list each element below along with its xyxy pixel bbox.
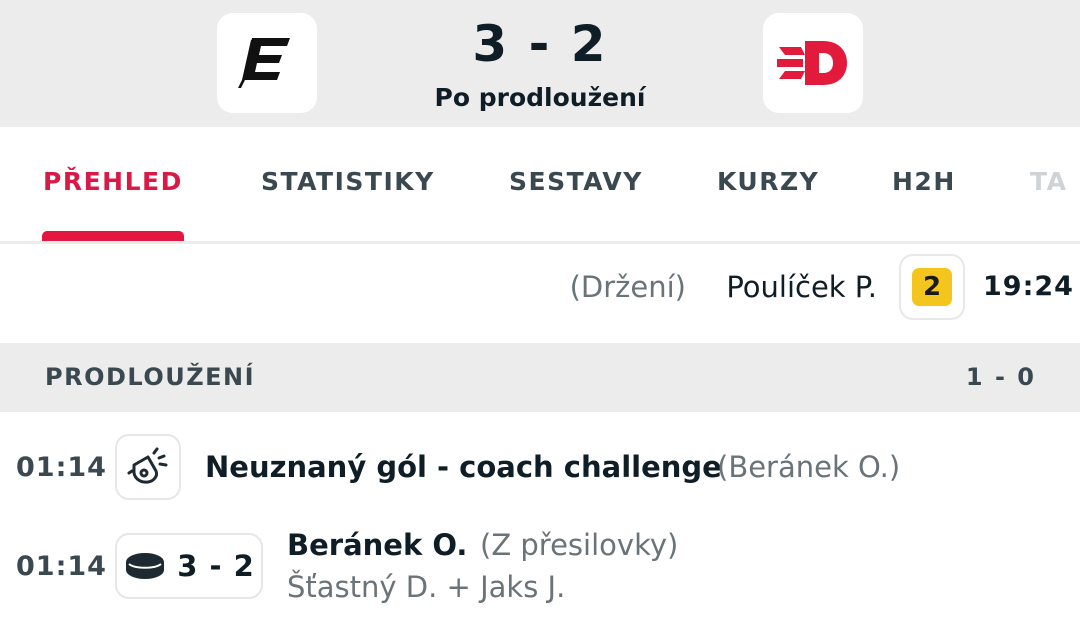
puck-icon	[126, 553, 165, 579]
tab-statistics[interactable]: STATISTIKY	[261, 167, 435, 196]
event-time: 01:14	[16, 551, 107, 582]
tab-overview[interactable]: PŘEHLED	[43, 167, 183, 196]
away-team-logo-icon	[777, 41, 847, 85]
event-time: 01:14	[16, 452, 107, 483]
goal-assists: Šťastný D. + Jaks J.	[287, 570, 566, 604]
match-status: Po prodloužení	[434, 83, 646, 112]
period-score: 1 - 0	[965, 363, 1036, 391]
tab-table[interactable]: TA	[1030, 167, 1067, 196]
goal-scorer[interactable]: Beránek O.	[287, 528, 467, 562]
event-icon-box	[115, 434, 181, 500]
penalty-event-row: (Držení) Poulíček P. 2 19:24	[0, 247, 1080, 343]
tab-bar: PŘEHLED STATISTIKY SESTAVY KURZY H2H TA	[0, 127, 1080, 244]
goal-score-box: 3 - 2	[115, 533, 263, 599]
match-score: 3 - 2	[472, 15, 608, 73]
penalty-icon-box: 2	[899, 254, 965, 320]
penalty-minutes-badge: 2	[912, 268, 952, 306]
penalty-time: 19:24	[983, 271, 1074, 302]
match-header: 3 - 2 Po prodloužení	[0, 0, 1080, 127]
whistle-icon	[127, 447, 168, 484]
goal-note: (Z přesilovky)	[480, 528, 679, 562]
tab-lineups[interactable]: SESTAVY	[509, 167, 643, 196]
penalty-reason: (Držení)	[569, 270, 686, 304]
penalty-player[interactable]: Poulíček P.	[726, 270, 877, 304]
tab-h2h[interactable]: H2H	[892, 167, 956, 196]
tab-odds[interactable]: KURZY	[717, 167, 819, 196]
period-name: PRODLOUŽENÍ	[45, 363, 256, 391]
goal-score: 3 - 2	[177, 549, 255, 583]
event-player[interactable]: (Beránek O.)	[717, 450, 900, 484]
away-team-logo[interactable]	[763, 13, 863, 113]
event-title: Neuznaný gól - coach challenge	[205, 450, 722, 484]
period-header: PRODLOUŽENÍ 1 - 0	[0, 343, 1080, 412]
active-tab-indicator	[42, 231, 184, 241]
